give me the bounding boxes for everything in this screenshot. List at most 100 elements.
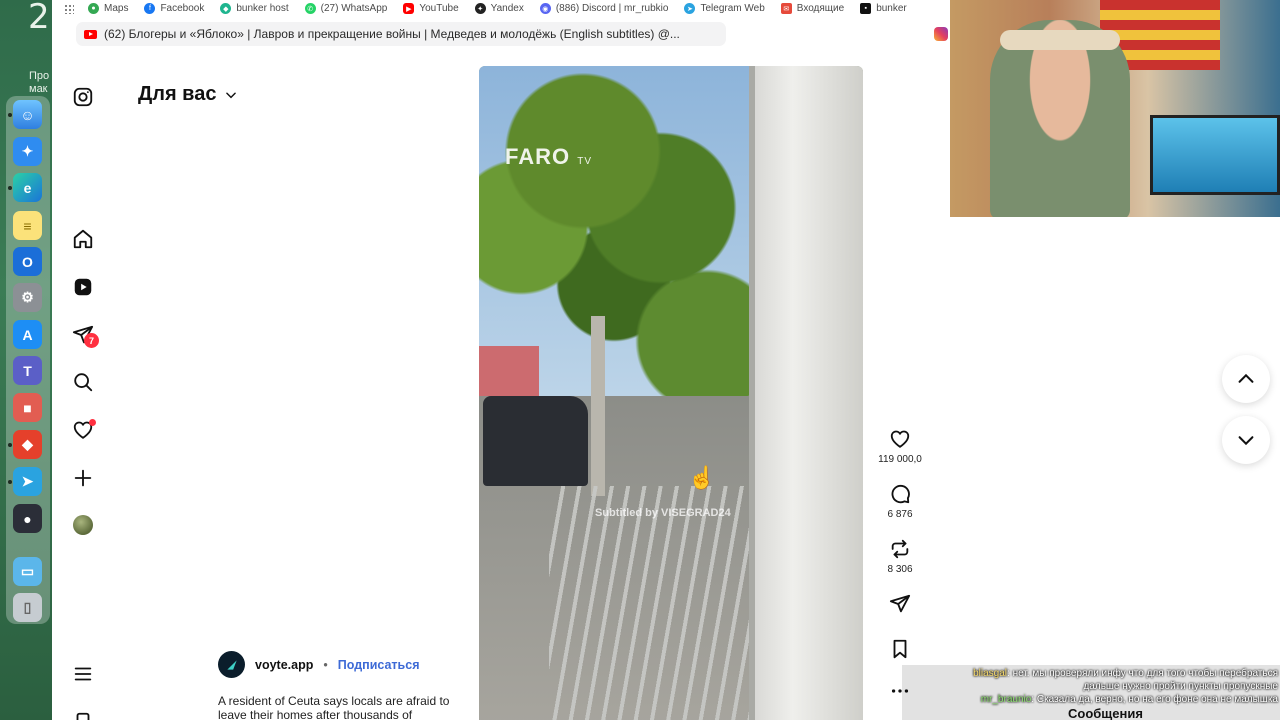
bookmark-facebook[interactable]: f Facebook [136, 3, 212, 14]
desktop-clock-widget: 2 [28, 0, 50, 37]
bookmark-label: Facebook [160, 3, 205, 14]
save-button[interactable] [873, 638, 927, 660]
menu-icon[interactable] [71, 662, 95, 686]
create-plus-icon[interactable] [71, 466, 95, 490]
yandex-icon: ✦ [474, 3, 486, 14]
bookmark-discord[interactable]: ◉ (886) Discord | mr_rubkio [532, 3, 677, 14]
bookmark-maps[interactable]: ● Maps [80, 3, 136, 14]
teams-icon[interactable]: T [13, 356, 42, 385]
chat-message: mr_braunio: Сказала да, верно, но на его… [906, 693, 1278, 706]
edge-icon[interactable]: e [13, 173, 42, 202]
bookmark-youtube[interactable]: ▶ YouTube [395, 3, 466, 14]
bookmark-label: bunker [876, 3, 907, 14]
webcam-tv [1150, 115, 1280, 195]
bookmark-mail[interactable]: ✉ Входящие [773, 3, 852, 14]
bookmark-yandex[interactable]: ✦ Yandex [467, 3, 532, 14]
scroll-up-button[interactable] [1222, 355, 1270, 403]
post-author-row: voyte.app • Подписаться [218, 651, 419, 678]
bookmarks-bar: ● Maps f Facebook ◆ bunker host ✆ (27) Whats… [52, 0, 950, 17]
video-frame-wall [755, 66, 863, 720]
package-icon[interactable]: ■ [13, 393, 42, 422]
author-avatar[interactable] [218, 651, 245, 678]
obs-icon[interactable]: ● [13, 504, 42, 533]
chat-username: bliasgal [973, 668, 1008, 679]
bookmark-bunker[interactable]: ▪ bunker [852, 3, 915, 14]
send-icon [889, 594, 911, 613]
instagram-tab-icon[interactable] [934, 27, 948, 41]
chevron-down-icon [1238, 436, 1254, 446]
notes-icon[interactable]: ≡ [13, 211, 42, 240]
maps-icon: ● [88, 3, 99, 14]
whatsapp-icon: ✆ [304, 3, 316, 14]
like-button[interactable]: 119 000,0 [873, 428, 927, 465]
reels-icon[interactable] [71, 275, 95, 299]
folder-icon[interactable]: ▭ [13, 557, 42, 586]
author-username[interactable]: voyte.app [255, 658, 313, 672]
post-caption: A resident of Ceuta says locals are afra… [218, 694, 450, 720]
bookmark-label: Telegram Web [700, 3, 765, 14]
repost-count: 8 306 [887, 564, 913, 575]
follow-button[interactable]: Подписаться [338, 658, 420, 672]
bunker-icon: ▪ [860, 3, 872, 14]
mail-icon: ✉ [780, 3, 792, 14]
hand-cursor-icon: ☝ [688, 465, 716, 490]
chat-message-continued: дальше нужно пройти пункты пропускные [1083, 681, 1278, 692]
reel-video-player[interactable]: FARO TV Subtitled by VISEGRAD24 [479, 66, 863, 720]
dock-running-indicator [8, 443, 12, 447]
dock-running-indicator [8, 480, 12, 484]
bookmark-label: Maps [104, 3, 129, 14]
bookmark-label: Yandex [490, 3, 524, 14]
profile-avatar[interactable] [73, 515, 93, 535]
share-button[interactable] [873, 593, 927, 615]
desktop-widget-text: Про мак [29, 70, 50, 95]
bookmark-label: bunker host [236, 3, 289, 14]
instagram-logo-icon[interactable] [71, 85, 95, 109]
chevron-up-icon [1238, 373, 1254, 383]
browser-tab-youtube[interactable]: (62) Блогеры и «Яблоко» | Лавров и прекр… [76, 22, 726, 46]
bookmark-bunker-host[interactable]: ◆ bunker host [212, 3, 296, 14]
facebook-icon: f [144, 3, 156, 14]
discord-icon: ◉ [539, 3, 551, 14]
bookmark-label: YouTube [419, 3, 459, 14]
telegram-dock-icon[interactable]: ➤ [13, 467, 42, 496]
anydesk-icon[interactable]: ◆ [13, 430, 42, 459]
video-watermark: FARO TV [505, 144, 592, 170]
search-icon[interactable] [71, 370, 95, 394]
finder-icon[interactable]: ☺ [13, 100, 42, 129]
activity-dot [89, 419, 96, 426]
apps-grid-icon[interactable] [64, 3, 74, 14]
video-subtitle-credit: Subtitled by VISEGRAD24 [595, 507, 731, 519]
comment-button[interactable]: 6 876 [873, 483, 927, 520]
messages-pill[interactable]: Сообщения [1068, 706, 1143, 720]
outlook-icon[interactable]: O [13, 247, 42, 276]
macos-dock: 2 Про мак ☺ ✦ e ≡ O ⚙ A T ■ ◆ ➤ ● ▭ ▯ [0, 0, 52, 720]
scroll-down-button[interactable] [1222, 416, 1270, 464]
chat-message: bliasgal: нет. мы проверяли инфу что для… [906, 667, 1278, 680]
author-separator: • [323, 657, 328, 672]
voyte-logo-icon [226, 659, 237, 670]
chat-username: mr_braunio [980, 694, 1032, 705]
feed-selector[interactable]: Для вас [138, 83, 238, 106]
settings-icon[interactable]: ⚙ [13, 283, 42, 312]
bookmark-telegram[interactable]: ➤ Telegram Web [676, 3, 772, 14]
youtube-icon: ▶ [403, 3, 415, 14]
heart-icon [890, 430, 910, 448]
repost-button[interactable]: 8 306 [873, 538, 927, 575]
comment-count: 6 876 [887, 509, 913, 520]
browser-tab-bar: (62) Блогеры и «Яблоко» | Лавров и прекр… [52, 17, 950, 50]
messages-badge: 7 [84, 333, 99, 348]
more-apps-icon[interactable] [71, 710, 95, 720]
app-store-icon[interactable]: A [13, 320, 42, 349]
video-frame-trunk [591, 316, 605, 496]
bookmark-icon [893, 639, 907, 659]
home-icon[interactable] [71, 227, 95, 251]
video-frame-fence [549, 486, 759, 720]
bookmark-label: Входящие [796, 3, 845, 14]
repost-icon [891, 539, 909, 559]
youtube-icon [84, 29, 97, 39]
trash-icon[interactable]: ▯ [13, 593, 42, 622]
safari-icon[interactable]: ✦ [13, 137, 42, 166]
chat-text: : нет. мы проверяли инфу что для того чт… [1007, 668, 1278, 679]
bookmark-whatsapp[interactable]: ✆ (27) WhatsApp [297, 3, 396, 14]
telegram-icon: ➤ [684, 3, 696, 14]
